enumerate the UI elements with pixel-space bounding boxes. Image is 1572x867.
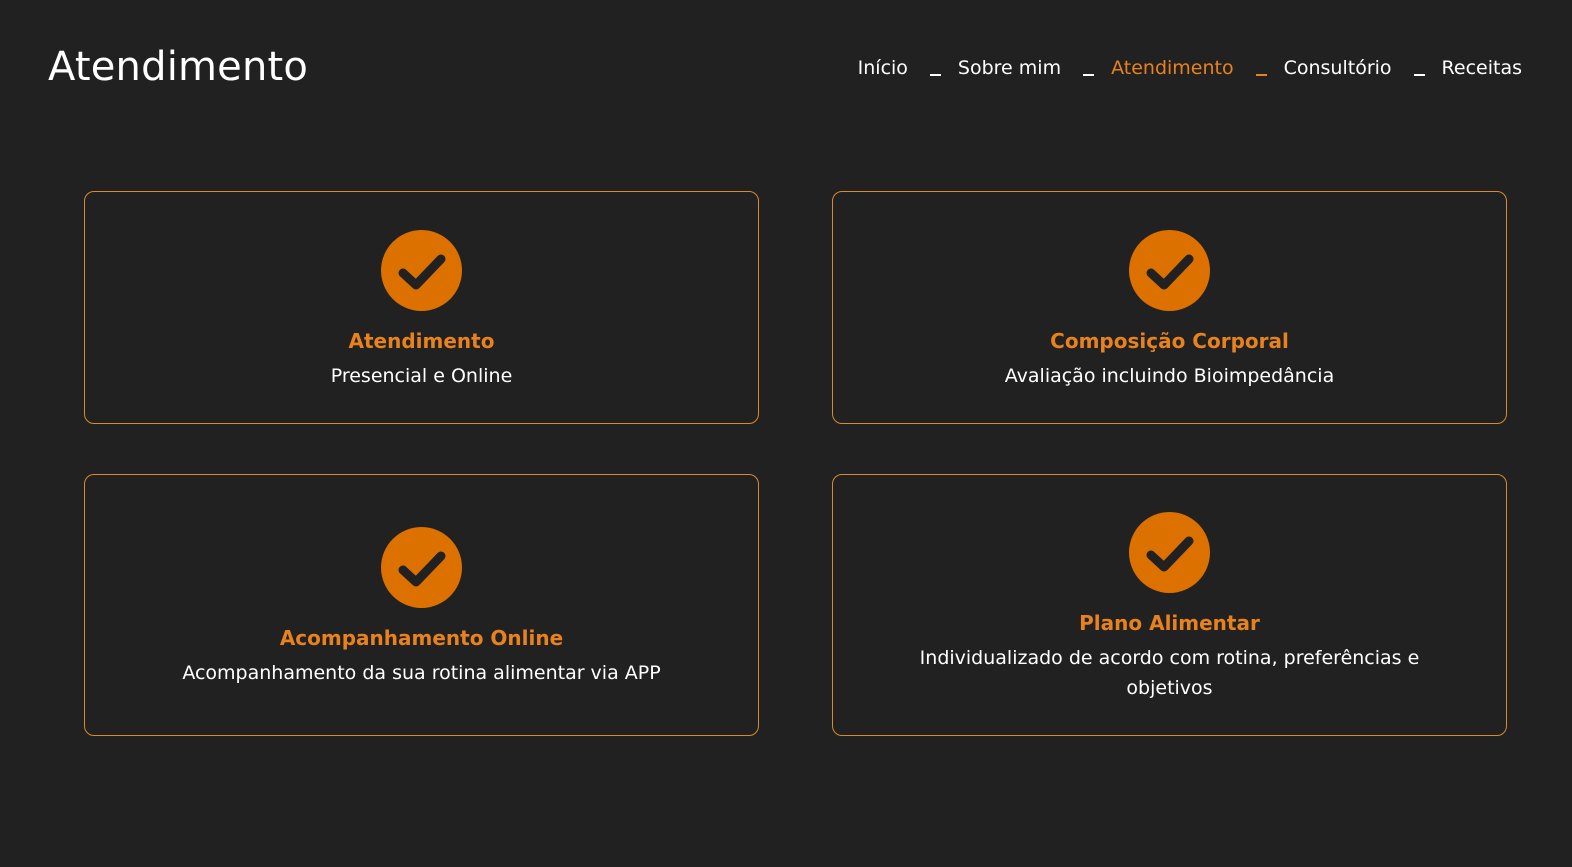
nav-separator xyxy=(1413,74,1425,76)
nav-separator xyxy=(1255,74,1267,76)
card-text: Individualizado de acordo com rotina, pr… xyxy=(919,647,1420,699)
nav-item-consultorio[interactable]: Consultório xyxy=(1284,57,1392,79)
main-nav: Início Sobre mim Atendimento Consultório… xyxy=(858,57,1522,79)
card-text: Avaliação incluindo Bioimpedância xyxy=(1004,365,1335,387)
service-card-acompanhamento-online: Acompanhamento Online Acompanhamento da … xyxy=(84,474,759,736)
nav-item-atendimento[interactable]: Atendimento xyxy=(1111,57,1234,79)
check-circle-icon xyxy=(381,230,462,311)
card-text: Presencial e Online xyxy=(330,365,513,387)
check-circle-icon xyxy=(1129,230,1210,311)
service-card-atendimento: Atendimento Presencial e Online xyxy=(84,191,759,424)
card-title: Composição Corporal xyxy=(1050,329,1289,353)
card-title: Plano Alimentar xyxy=(1079,611,1260,635)
check-circle-icon xyxy=(1129,512,1210,593)
site-header: Atendimento Início Sobre mim Atendimento… xyxy=(0,0,1572,140)
card-title: Atendimento xyxy=(348,329,495,353)
nav-item-inicio[interactable]: Início xyxy=(858,57,908,79)
card-title: Acompanhamento Online xyxy=(279,626,564,650)
nav-separator xyxy=(929,74,941,76)
nav-item-receitas[interactable]: Receitas xyxy=(1442,57,1522,79)
service-card-plano-alimentar: Plano Alimentar Individualizado de acord… xyxy=(832,474,1507,736)
check-circle-icon xyxy=(381,527,462,608)
nav-separator xyxy=(1083,74,1095,76)
page-title: Atendimento xyxy=(48,44,309,90)
card-text: Acompanhamento da sua rotina alimentar v… xyxy=(182,662,661,684)
service-card-composicao-corporal: Composição Corporal Avaliação incluindo … xyxy=(832,191,1507,424)
nav-item-sobre-mim[interactable]: Sobre mim xyxy=(958,57,1061,79)
